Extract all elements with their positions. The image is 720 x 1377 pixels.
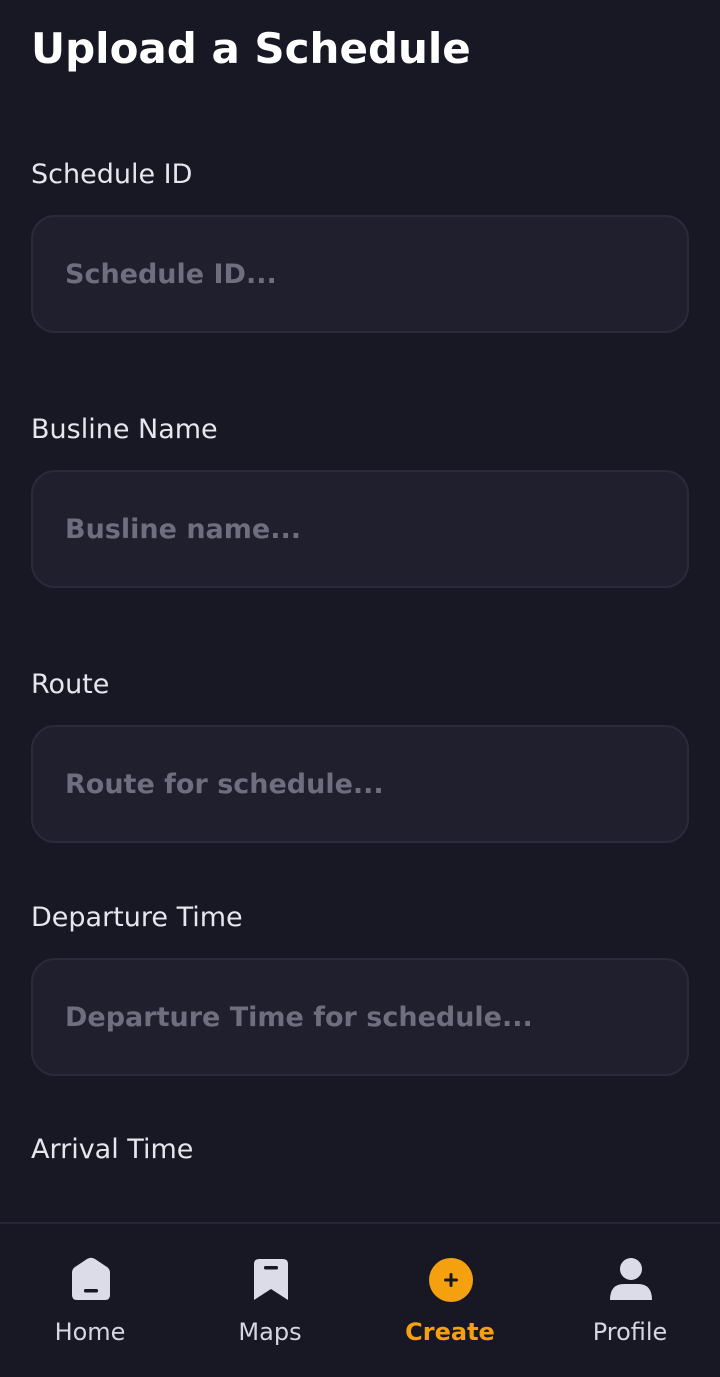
route-label: Route [31, 669, 110, 700]
nav-profile[interactable]: Profile [540, 1256, 720, 1356]
home-icon [72, 1257, 110, 1300]
departure-time-input[interactable] [31, 958, 689, 1076]
nav-maps[interactable]: Maps [180, 1256, 360, 1356]
departure-time-label: Departure Time [31, 902, 243, 933]
plus-circle-icon [429, 1258, 473, 1302]
nav-profile-label: Profile [592, 1318, 668, 1346]
nav-create[interactable]: Create [360, 1256, 540, 1356]
person-icon [610, 1258, 652, 1300]
busline-name-input[interactable] [31, 470, 689, 588]
route-input[interactable] [31, 725, 689, 843]
nav-create-label: Create [405, 1318, 495, 1346]
nav-home[interactable]: Home [0, 1256, 180, 1356]
nav-home-label: Home [54, 1318, 126, 1346]
schedule-id-label: Schedule ID [31, 159, 193, 190]
bookmark-icon [254, 1259, 288, 1300]
busline-name-label: Busline Name [31, 414, 218, 445]
arrival-time-label: Arrival Time [31, 1134, 194, 1165]
nav-maps-label: Maps [238, 1318, 302, 1346]
page-title: Upload a Schedule [31, 24, 471, 73]
schedule-id-input[interactable] [31, 215, 689, 333]
bottom-navigation: Home Maps Create Profile [0, 1222, 720, 1377]
